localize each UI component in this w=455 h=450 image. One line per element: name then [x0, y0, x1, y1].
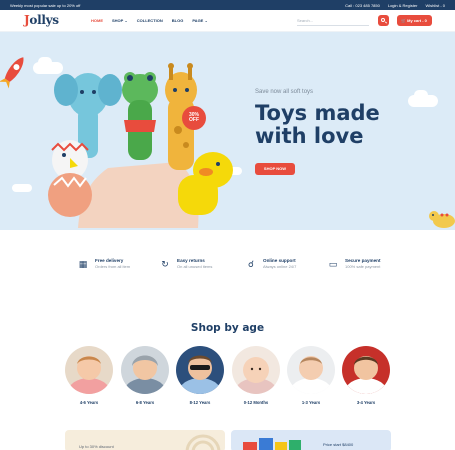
banner-right-text: Price start $8400 — [323, 442, 354, 447]
toy-blocks-image — [243, 438, 301, 450]
feature-desc: Always online 24/7 — [263, 264, 297, 269]
child-photo — [287, 346, 335, 394]
age-item-1-3[interactable]: 1-3 Years — [287, 346, 335, 406]
logo-text: ollys — [29, 13, 59, 27]
age-item-3-4[interactable]: 3-4 Years — [342, 346, 390, 406]
shop-now-button[interactable]: SHOP NOW — [255, 163, 295, 175]
child-photo — [65, 346, 113, 394]
main-nav: HOME SHOP ⌄ COLLECTION BLOG PAGE ⌄ — [91, 18, 208, 23]
dinosaur-illustration — [429, 211, 455, 228]
age-label: 8-12 Years — [189, 400, 211, 405]
age-label: 4-6 Years — [79, 400, 99, 405]
headset-icon: ☌ — [247, 259, 255, 269]
cart-label: My cart - 0 — [407, 18, 427, 23]
feature-title: Online support — [263, 258, 296, 263]
rocket-illustration — [0, 57, 24, 89]
promo-banner-left[interactable]: Up to 30% discount — [65, 430, 225, 450]
wishlist-link[interactable]: Wishlist - 0 — [425, 3, 445, 8]
logo[interactable]: Jollys — [24, 13, 59, 27]
hero-banner: 30% OFF Save now all soft toys Toys made… — [0, 32, 455, 230]
age-item-6-8[interactable]: 6-8 Years — [121, 346, 169, 406]
child-photo — [121, 346, 169, 394]
nav-shop-label: SHOP — [112, 18, 124, 23]
hero-subtitle: Save now all soft toys — [255, 89, 314, 95]
age-label: 6-8 Years — [135, 400, 155, 405]
search-input[interactable]: Search... — [297, 15, 369, 26]
cloud-decoration — [414, 90, 428, 100]
chevron-down-icon: ⌄ — [124, 18, 128, 23]
nav-home[interactable]: HOME — [91, 18, 103, 23]
feature-desc: On all unused items — [177, 264, 213, 269]
age-item-8-12[interactable]: 8-12 Years — [176, 346, 224, 406]
promo-text: Weekly most popular sale up to 20% off — [10, 3, 81, 8]
nav-shop[interactable]: SHOP ⌄ — [112, 18, 128, 23]
child-photo — [176, 346, 224, 394]
child-photo — [342, 346, 390, 394]
feature-title: Easy returns — [177, 258, 205, 263]
top-bar: Weekly most popular sale up to 20% off C… — [0, 0, 455, 10]
nav-blog[interactable]: BLOG — [172, 18, 184, 23]
cart-button[interactable]: 🛒 My cart - 0 — [397, 15, 432, 26]
card-icon: ▭ — [328, 259, 338, 269]
search-icon — [381, 18, 385, 22]
login-register-link[interactable]: Login & Register — [388, 3, 418, 8]
child-photo — [232, 346, 280, 394]
feature-online-support: ☌ Online support Always online 24/7 — [246, 257, 341, 277]
age-label: 1-3 Years — [301, 400, 321, 405]
badge-off: OFF — [189, 117, 199, 123]
chevron-down-icon: ⌄ — [204, 18, 208, 23]
refresh-icon: ↻ — [161, 259, 169, 269]
hero-title: Toys made with love — [255, 101, 380, 148]
nav-page[interactable]: PAGE ⌄ — [192, 18, 208, 23]
banner-left-text: Up to 30% discount — [79, 444, 114, 449]
section-title: Shop by age — [190, 322, 265, 334]
site-header: Jollys HOME SHOP ⌄ COLLECTION BLOG PAGE … — [0, 10, 455, 32]
nav-collection[interactable]: COLLECTION — [137, 18, 163, 23]
feature-desc: 100% safe payment — [345, 264, 381, 269]
feature-title: Free delivery — [95, 258, 124, 263]
age-item-4-6[interactable]: 4-6 Years — [65, 346, 113, 406]
features-row: ▦ Free delivery Orders from all item ↻ E… — [0, 230, 455, 300]
age-label: 0-12 Months — [243, 400, 269, 405]
top-bar-links: Call : 023 485 7850 Login & Register Wis… — [345, 3, 445, 8]
age-label: 3-4 Years — [356, 400, 376, 405]
feature-title: Secure payment — [345, 258, 381, 263]
promo-banner-right[interactable]: Price start $8400 — [231, 430, 391, 450]
call-text: Call : 023 485 7850 — [345, 3, 380, 8]
arc-decoration — [185, 434, 221, 450]
age-item-0-12-months[interactable]: 0-12 Months — [232, 346, 280, 406]
feature-easy-returns: ↻ Easy returns On all unused items — [160, 257, 255, 277]
discount-badge: 30% OFF — [182, 106, 206, 130]
cart-icon: 🛒 — [401, 18, 406, 23]
feature-desc: Orders from all item — [95, 264, 131, 269]
finger-puppets-image — [48, 63, 233, 228]
search-button[interactable] — [378, 15, 389, 26]
feature-secure-payment: ▭ Secure payment 100% safe payment — [328, 257, 423, 277]
nav-page-label: PAGE — [192, 18, 204, 23]
package-icon: ▦ — [78, 259, 88, 269]
feature-free-delivery: ▦ Free delivery Orders from all item — [78, 257, 173, 277]
